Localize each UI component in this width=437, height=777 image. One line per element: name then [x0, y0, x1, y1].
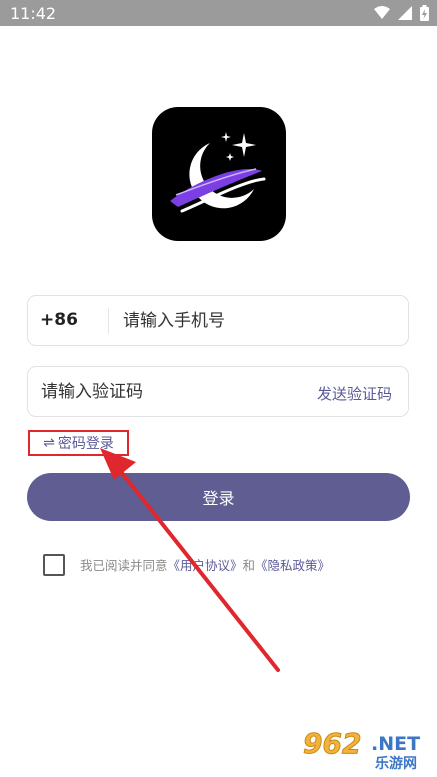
agreement-checkbox[interactable] — [43, 554, 65, 576]
watermark-subtitle: 乐游网 — [375, 755, 417, 771]
status-bar: 11:42 — [0, 0, 437, 26]
watermark-number: 962 — [303, 727, 361, 760]
login-button[interactable]: 登录 — [27, 473, 410, 521]
switch-icon: ⇌ — [43, 435, 55, 451]
agreement-conjunction: 和 — [242, 558, 256, 573]
watermark-logo: 962 .NET 乐游网 — [303, 725, 433, 773]
battery-icon — [420, 5, 429, 21]
phone-input[interactable] — [123, 310, 393, 332]
status-icons — [374, 5, 429, 21]
password-login-switch[interactable]: ⇌ 密码登录 — [28, 430, 129, 456]
country-code[interactable]: +86 — [40, 310, 78, 330]
app-logo — [152, 107, 286, 241]
wifi-icon — [374, 6, 390, 19]
phone-field: +86 — [27, 295, 409, 346]
agreement-prefix: 我已阅读并同意 — [80, 558, 168, 573]
code-field: 发送验证码 — [27, 366, 409, 417]
field-divider — [108, 308, 109, 334]
verification-code-input[interactable] — [41, 381, 291, 403]
user-agreement-link[interactable]: 《用户协议》 — [168, 558, 243, 573]
password-login-label: 密码登录 — [57, 436, 114, 452]
privacy-policy-link[interactable]: 《隐私政策》 — [255, 558, 330, 573]
watermark-suffix: .NET — [371, 733, 420, 755]
status-time: 11:42 — [10, 4, 57, 23]
agreement-text: 我已阅读并同意《用户协议》和《隐私政策》 — [80, 555, 330, 574]
send-code-button[interactable]: 发送验证码 — [317, 383, 392, 404]
signal-icon — [398, 6, 412, 20]
